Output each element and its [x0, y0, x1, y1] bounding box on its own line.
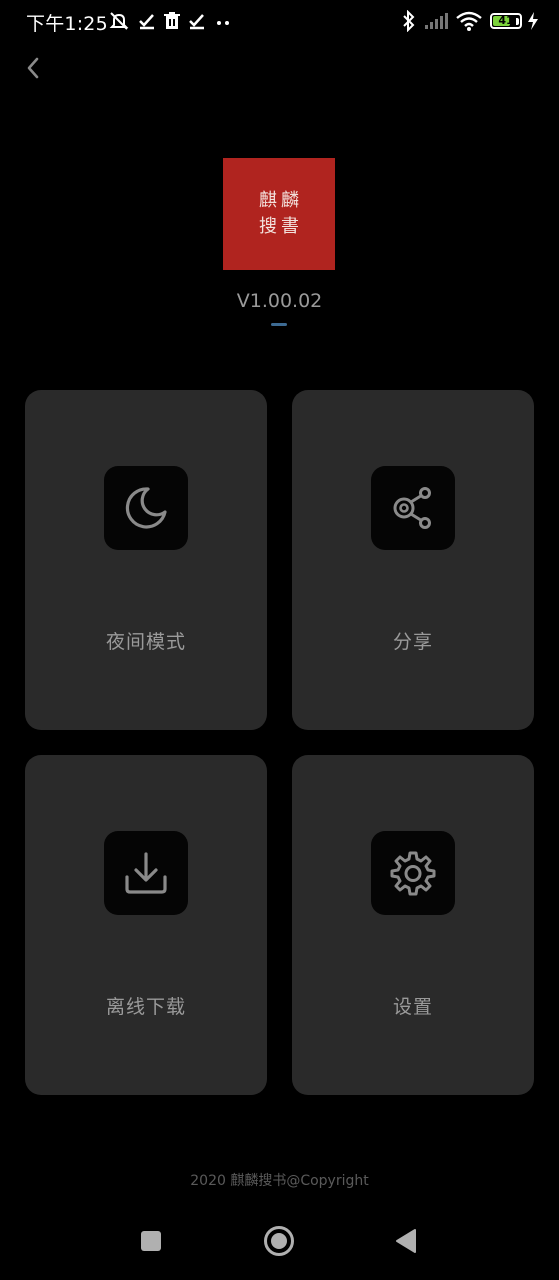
offline-download-card[interactable]: 离线下载 — [25, 755, 267, 1095]
check-icon — [138, 12, 156, 30]
app-version: V1.00.02 — [236, 290, 323, 312]
nav-back-button[interactable] — [389, 1226, 423, 1260]
recents-square-icon — [139, 1229, 163, 1257]
status-left-icons — [108, 10, 232, 32]
charging-icon — [527, 11, 539, 31]
home-circle-icon — [263, 1225, 295, 1261]
wifi-icon — [456, 11, 482, 31]
more-dots-icon — [214, 12, 232, 30]
version-underline — [271, 323, 287, 326]
status-bar: 下午1:25 41 — [0, 0, 559, 44]
settings-card[interactable]: 设置 — [292, 755, 534, 1095]
recents-button[interactable] — [134, 1226, 168, 1260]
battery-level: 41 — [498, 14, 514, 27]
logo-char: 麒 — [259, 190, 277, 211]
download-icon — [104, 831, 188, 915]
share-card[interactable]: 分享 — [292, 390, 534, 730]
bluetooth-icon — [402, 10, 416, 32]
night-mode-card[interactable]: 夜间模式 — [25, 390, 267, 730]
logo-char: 搜 — [259, 216, 277, 237]
night-mode-label: 夜间模式 — [105, 631, 186, 653]
battery-icon: 41 — [490, 13, 522, 29]
app-logo: 麒 麟 搜 書 — [223, 158, 335, 270]
signal-icon — [424, 12, 448, 30]
copyright-text: 2020 麒麟搜书@Copyright — [190, 1173, 369, 1189]
logo-char: 麟 — [281, 190, 299, 211]
offline-download-label: 离线下载 — [105, 996, 186, 1018]
share-icon — [371, 466, 455, 550]
system-nav-bar — [0, 1206, 559, 1280]
status-time: 下午1:25 — [26, 13, 108, 35]
back-button[interactable] — [18, 54, 48, 86]
back-triangle-icon — [394, 1228, 418, 1258]
mute-icon — [108, 10, 130, 32]
chevron-left-icon — [25, 56, 41, 84]
status-right-icons: 41 — [402, 10, 539, 32]
trash-icon — [164, 12, 180, 30]
logo-char: 書 — [281, 216, 299, 237]
share-label: 分享 — [392, 631, 433, 653]
home-button[interactable] — [262, 1226, 296, 1260]
settings-label: 设置 — [392, 996, 433, 1018]
check-icon — [188, 12, 206, 30]
gear-icon — [371, 831, 455, 915]
moon-icon — [104, 466, 188, 550]
